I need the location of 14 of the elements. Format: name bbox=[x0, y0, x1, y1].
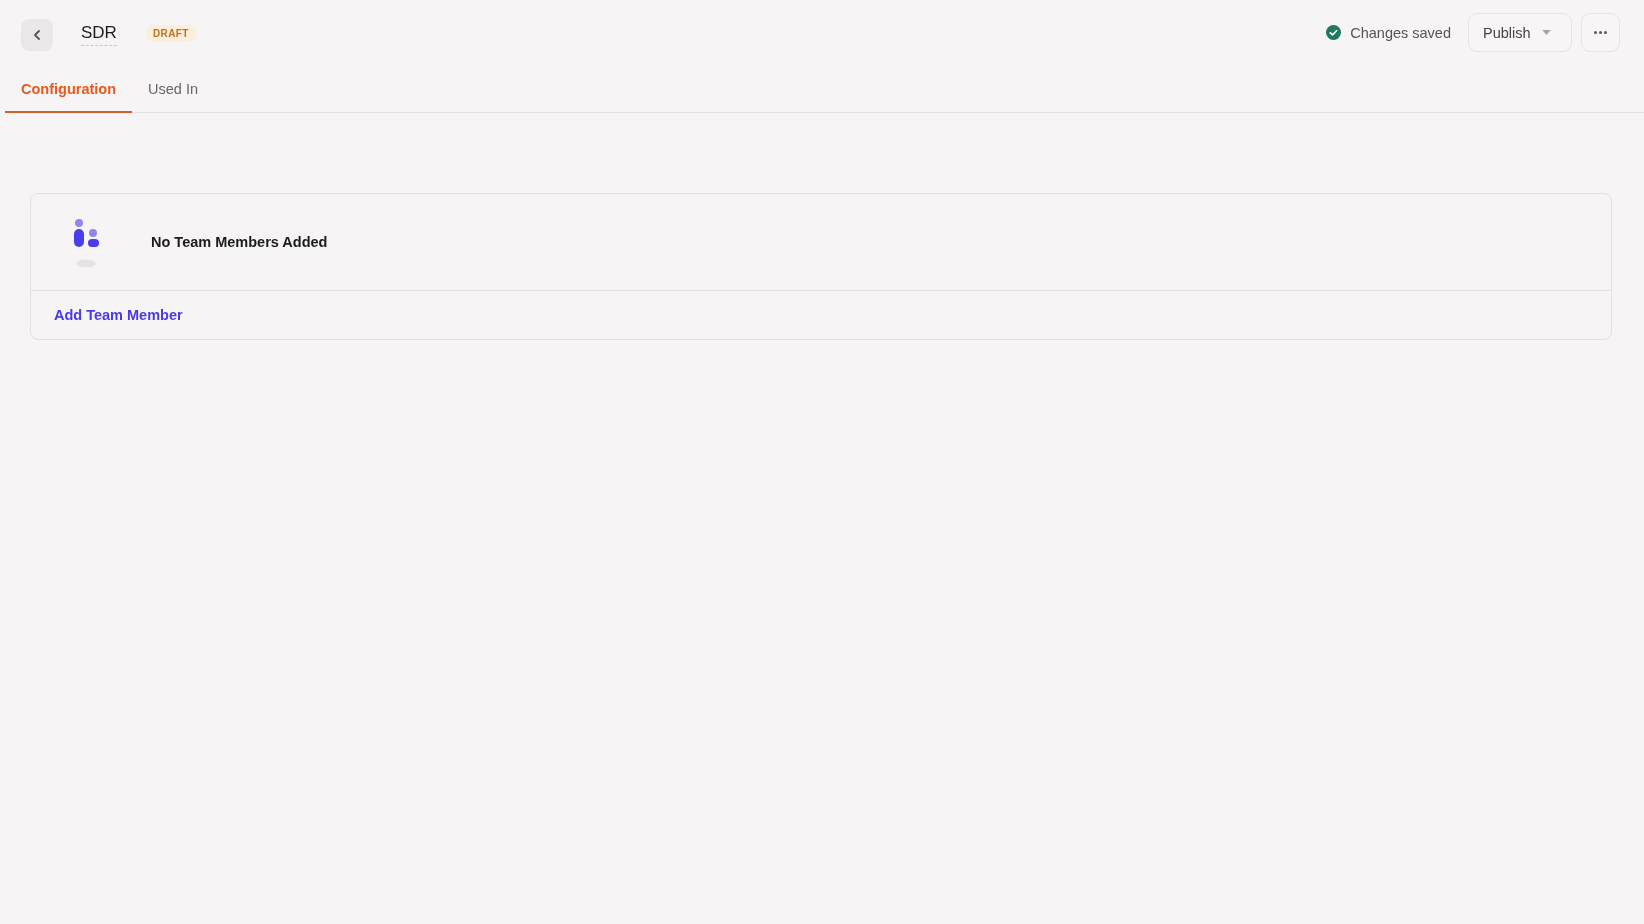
tab[interactable]: Used In bbox=[132, 72, 215, 113]
publish-button[interactable]: Publish bbox=[1468, 13, 1572, 52]
check-circle-icon bbox=[1326, 25, 1342, 40]
tab[interactable]: Configuration bbox=[5, 72, 133, 113]
more-dots-icon bbox=[1594, 31, 1607, 34]
add-team-member-link[interactable]: Add Team Member bbox=[54, 307, 183, 323]
status-badge: DRAFT bbox=[145, 25, 196, 42]
save-status-text: Changes saved bbox=[1350, 24, 1451, 41]
caret-down-icon bbox=[1541, 30, 1551, 35]
back-button[interactable] bbox=[21, 18, 53, 51]
chevron-left-icon bbox=[34, 29, 40, 40]
empty-state-title: No Team Members Added bbox=[151, 234, 328, 250]
team-members-illustration bbox=[74, 218, 99, 268]
page-title: SDR bbox=[81, 23, 117, 46]
